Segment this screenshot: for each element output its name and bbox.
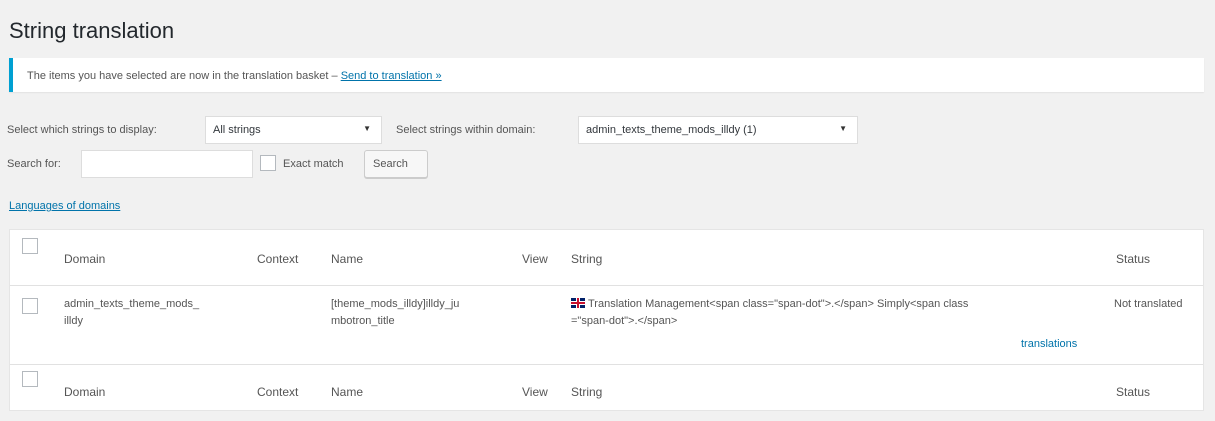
header-status[interactable]: Status — [1116, 252, 1150, 266]
footer-name[interactable]: Name — [331, 385, 363, 399]
page-title: String translation — [9, 18, 175, 43]
row-string: Translation Management<span class="span-… — [571, 298, 969, 327]
display-filter-select[interactable]: All strings ▼ — [205, 116, 382, 144]
search-input[interactable] — [81, 150, 253, 178]
display-filter-value: All strings — [213, 124, 261, 136]
header-context[interactable]: Context — [257, 252, 298, 266]
header-name[interactable]: Name — [331, 252, 363, 266]
domain-filter-select[interactable]: admin_texts_theme_mods_illdy (1) ▼ — [578, 116, 858, 144]
search-button[interactable]: Search — [364, 150, 428, 178]
table-header: Domain Context Name View String Status — [10, 230, 1203, 286]
send-to-translation-link[interactable]: Send to translation » — [341, 70, 442, 82]
row-checkbox[interactable] — [22, 298, 38, 314]
footer-view: View — [522, 385, 548, 399]
chevron-down-icon: ▼ — [363, 124, 371, 133]
exact-match-label: Exact match — [283, 158, 344, 170]
notice-text: The items you have selected are now in t… — [27, 70, 338, 82]
select-all-checkbox-footer[interactable] — [22, 371, 38, 387]
row-domain: admin_texts_theme_mods_ illdy — [64, 298, 200, 327]
header-string[interactable]: String — [571, 252, 602, 266]
chevron-down-icon: ▼ — [839, 124, 847, 133]
row-name: [theme_mods_illdy]illdy_ju mbotron_title — [331, 298, 460, 327]
languages-of-domains-link[interactable]: Languages of domains — [9, 200, 120, 212]
header-domain[interactable]: Domain — [64, 252, 105, 266]
footer-context[interactable]: Context — [257, 385, 298, 399]
basket-notice: The items you have selected are now in t… — [9, 58, 1204, 92]
footer-status[interactable]: Status — [1116, 385, 1150, 399]
domain-filter-label: Select strings within domain: — [396, 124, 536, 136]
exact-match-checkbox[interactable] — [260, 155, 276, 171]
table-row: admin_texts_theme_mods_ illdy [theme_mod… — [10, 286, 1203, 364]
header-view: View — [522, 252, 548, 266]
footer-string[interactable]: String — [571, 385, 602, 399]
row-status: Not translated — [1114, 298, 1183, 310]
display-filter-label: Select which strings to display: — [7, 124, 157, 136]
uk-flag-icon — [571, 298, 585, 308]
footer-domain[interactable]: Domain — [64, 385, 105, 399]
search-label: Search for: — [7, 158, 61, 170]
domain-filter-value: admin_texts_theme_mods_illdy (1) — [586, 124, 757, 136]
table-footer: Domain Context Name View String Status — [10, 364, 1203, 411]
select-all-checkbox[interactable] — [22, 238, 38, 254]
translations-link[interactable]: translations — [1021, 338, 1077, 350]
strings-table: Domain Context Name View String Status a… — [9, 229, 1204, 411]
